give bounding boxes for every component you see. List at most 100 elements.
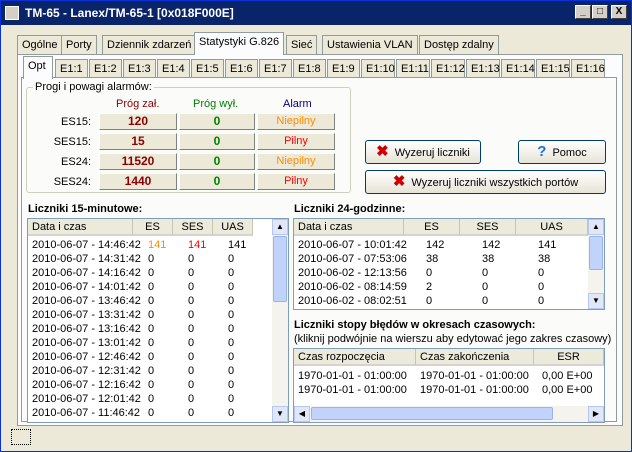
port-tab[interactable]: E1:1: [55, 59, 88, 79]
col-header-start[interactable]: Czas rozpoczęcia: [294, 349, 416, 366]
table-cell: 0: [482, 295, 489, 307]
ses24-off-value[interactable]: 0: [179, 173, 255, 190]
table-row[interactable]: 2010-06-07 - 07:53:06 38 38 38: [294, 253, 588, 267]
col-header-esr[interactable]: ESR: [534, 349, 604, 366]
ses24-alarm-value[interactable]: Pilny: [257, 173, 335, 190]
ses15-off-value[interactable]: 0: [179, 133, 255, 150]
es15-on-value[interactable]: 120: [99, 113, 177, 130]
tab-dziennik[interactable]: Dziennik zdarzeń: [102, 35, 197, 55]
table-row[interactable]: 1970-01-01 - 01:00:00 1970-01-01 - 01:00:…: [294, 384, 604, 398]
tab-vlan[interactable]: Ustawienia VLAN: [322, 35, 418, 55]
es15-alarm-value[interactable]: Niepilny: [257, 113, 335, 130]
tab-porty[interactable]: Porty: [61, 35, 97, 55]
title-bar[interactable]: TM-65 - Lanex/TM-65-1 [0x018F000E] _ □ X: [1, 1, 631, 25]
port-tab[interactable]: E1:9: [327, 59, 360, 79]
port-tab[interactable]: E1:16: [571, 59, 605, 79]
table-row[interactable]: 2010-06-07 - 12:46:42 0 0 0: [28, 351, 272, 365]
table-row[interactable]: 2010-06-02 - 08:02:51 0 0 0: [294, 295, 588, 309]
table-row[interactable]: 2010-06-07 - 14:46:42 141 141 141: [28, 239, 272, 253]
table-row[interactable]: 2010-06-07 - 13:31:42 0 0 0: [28, 309, 272, 323]
port-tab[interactable]: E1:2: [89, 59, 122, 79]
red-x-icon: ✖: [392, 173, 406, 190]
port-tab[interactable]: E1:12: [431, 59, 465, 79]
scroll-down-icon[interactable]: ▼: [588, 293, 604, 309]
table-row[interactable]: 2010-06-07 - 13:46:42 0 0 0: [28, 295, 272, 309]
table-row[interactable]: 2010-06-07 - 12:01:42 0 0 0: [28, 393, 272, 407]
es24-on-value[interactable]: 11520: [99, 153, 177, 170]
port-tab[interactable]: Opt: [23, 56, 53, 79]
scroll-down-icon[interactable]: ▼: [272, 406, 288, 422]
reset-all-ports-button[interactable]: ✖ Wyzeruj liczniki wszystkich portów: [365, 170, 606, 194]
port-tab[interactable]: E1:5: [191, 59, 224, 79]
ses15-alarm-value[interactable]: Pilny: [257, 133, 335, 150]
table-row[interactable]: 2010-06-07 - 11:46:42 0 0 0: [28, 407, 272, 421]
port-tab[interactable]: E1:3: [123, 59, 156, 79]
col-header-ses[interactable]: SES: [460, 219, 516, 236]
port-tab[interactable]: E1:7: [259, 59, 292, 79]
scroll-thumb[interactable]: [311, 407, 553, 420]
close-button[interactable]: X: [611, 5, 627, 19]
table-row[interactable]: 2010-06-02 - 12:13:56 0 0 0: [294, 267, 588, 281]
counters15-scrollbar[interactable]: ▲ ▼: [272, 219, 288, 422]
scroll-thumb[interactable]: [589, 236, 603, 270]
tab-ogolne[interactable]: Ogólne: [17, 35, 63, 55]
port-tab[interactable]: E1:11: [396, 59, 430, 79]
col-header-datetime[interactable]: Data i czas: [294, 219, 404, 236]
table-cell: 2010-06-07 - 12:01:42: [32, 393, 141, 405]
port-tab[interactable]: E1:14: [501, 59, 535, 79]
port-tab[interactable]: E1:6: [225, 59, 258, 79]
ber-list[interactable]: Czas rozpoczęcia Czas zakończenia ESR 19…: [293, 348, 605, 423]
table-row[interactable]: 1970-01-01 - 01:00:00 1970-01-01 - 01:00:…: [294, 370, 604, 384]
counters15-list[interactable]: Data i czas ES SES UAS 2010-06-07 - 14:4…: [27, 218, 289, 423]
table-cell: 0: [148, 323, 155, 335]
col-header-datetime[interactable]: Data i czas: [28, 219, 133, 236]
table-row[interactable]: 2010-06-07 - 13:16:42 0 0 0: [28, 323, 272, 337]
reset-counters-label: Wyzeruj liczniki: [394, 147, 470, 159]
counters24-scrollbar[interactable]: ▲ ▼: [588, 219, 604, 309]
scroll-thumb[interactable]: [273, 236, 287, 302]
port-tab[interactable]: E1:10: [361, 59, 395, 79]
col-header-uas[interactable]: UAS: [213, 219, 253, 236]
red-x-icon: ✖: [376, 143, 389, 160]
table-row[interactable]: 2010-06-02 - 08:14:59 2 0 0: [294, 281, 588, 295]
table-row[interactable]: 2010-06-07 - 14:01:42 0 0 0: [28, 281, 272, 295]
table-row[interactable]: 2010-06-07 - 10:01:42 142 142 141: [294, 239, 588, 253]
table-row[interactable]: 2010-06-07 - 14:16:42 0 0 0: [28, 267, 272, 281]
tab-statystyki[interactable]: Statystyki G.826: [194, 32, 285, 55]
table-row[interactable]: 2010-06-07 - 12:31:42 0 0 0: [28, 365, 272, 379]
table-row[interactable]: 2010-06-07 - 12:16:42 0 0 0: [28, 379, 272, 393]
es24-off-value[interactable]: 0: [179, 153, 255, 170]
col-header-es[interactable]: ES: [133, 219, 173, 236]
es15-off-value[interactable]: 0: [179, 113, 255, 130]
col-header-es[interactable]: ES: [404, 219, 460, 236]
table-row[interactable]: 2010-06-07 - 14:31:42 0 0 0: [28, 253, 272, 267]
table-cell: 2010-06-07 - 14:31:42: [32, 253, 141, 265]
scroll-up-icon[interactable]: ▲: [588, 219, 604, 235]
tab-dostep[interactable]: Dostęp zdalny: [419, 35, 499, 55]
help-button[interactable]: ? Pomoc: [518, 140, 606, 164]
port-tab[interactable]: E1:8: [293, 59, 326, 79]
counters24-list[interactable]: Data i czas ES SES UAS 2010-06-07 - 10:0…: [293, 218, 605, 310]
maximize-button[interactable]: □: [592, 5, 608, 19]
port-tab[interactable]: E1:15: [536, 59, 570, 79]
scroll-left-icon[interactable]: ◀: [294, 406, 310, 422]
table-cell: 38: [482, 253, 495, 265]
tab-siec[interactable]: Sieć: [286, 35, 318, 55]
scroll-up-icon[interactable]: ▲: [272, 219, 288, 235]
port-tab[interactable]: E1:13: [466, 59, 500, 79]
reset-counters-button[interactable]: ✖ Wyzeruj liczniki: [365, 140, 481, 164]
port-tab[interactable]: E1:4: [157, 59, 190, 79]
es24-alarm-value[interactable]: Niepilny: [257, 153, 335, 170]
table-cell: 142: [426, 239, 445, 251]
ses24-on-value[interactable]: 1440: [99, 173, 177, 190]
ber-hscrollbar[interactable]: ◀ ▶: [294, 406, 604, 422]
focus-button[interactable]: [11, 429, 31, 445]
ses15-on-value[interactable]: 15: [99, 133, 177, 150]
table-row[interactable]: 2010-06-07 - 13:01:42 0 0 0: [28, 337, 272, 351]
col-header-ses[interactable]: SES: [173, 219, 213, 236]
col-header-end[interactable]: Czas zakończenia: [416, 349, 534, 366]
table-cell: 142: [482, 239, 501, 251]
scroll-right-icon[interactable]: ▶: [588, 406, 604, 422]
col-header-uas[interactable]: UAS: [516, 219, 588, 236]
minimize-button[interactable]: _: [575, 5, 591, 19]
